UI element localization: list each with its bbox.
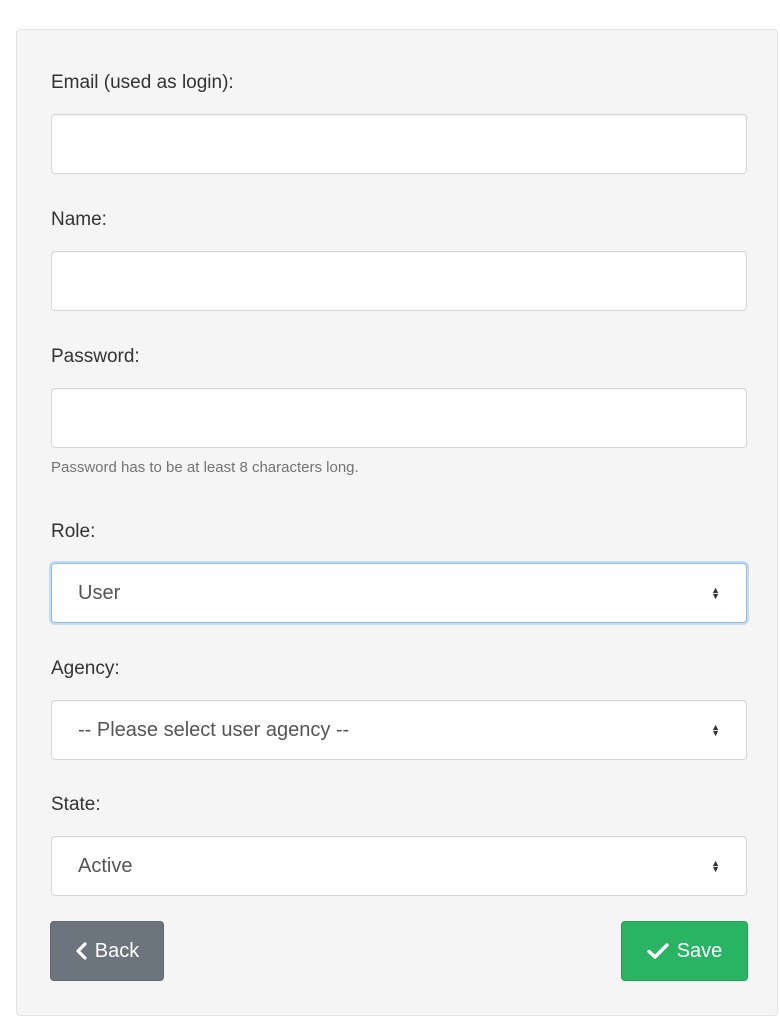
password-label: Password:	[51, 346, 140, 367]
state-select[interactable]: Active ▲ ▼	[51, 836, 747, 896]
email-field[interactable]	[51, 114, 747, 174]
chevron-left-icon	[76, 942, 87, 960]
name-label: Name:	[51, 209, 107, 230]
user-form-panel: Email (used as login): Name: Password: P…	[16, 29, 778, 1016]
state-label: State:	[51, 794, 101, 815]
password-help-text: Password has to be at least 8 characters…	[51, 459, 359, 476]
password-field[interactable]	[51, 388, 747, 448]
check-icon	[647, 943, 669, 959]
save-button[interactable]: Save	[621, 921, 748, 981]
agency-select-value: -- Please select user agency --	[78, 718, 350, 741]
back-button[interactable]: Back	[50, 921, 164, 981]
role-label: Role:	[51, 521, 96, 542]
save-button-label: Save	[676, 939, 723, 962]
role-select[interactable]: User ▲ ▼	[51, 563, 747, 623]
email-label: Email (used as login):	[51, 72, 234, 93]
agency-label: Agency:	[51, 658, 120, 679]
sort-caret-icon: ▲ ▼	[711, 858, 720, 874]
agency-select[interactable]: -- Please select user agency -- ▲ ▼	[51, 700, 747, 760]
name-field[interactable]	[51, 251, 747, 311]
sort-caret-icon: ▲ ▼	[711, 722, 720, 738]
state-select-value: Active	[78, 854, 133, 877]
role-select-value: User	[78, 581, 121, 604]
back-button-label: Back	[94, 939, 140, 962]
sort-caret-icon: ▲ ▼	[711, 585, 720, 601]
